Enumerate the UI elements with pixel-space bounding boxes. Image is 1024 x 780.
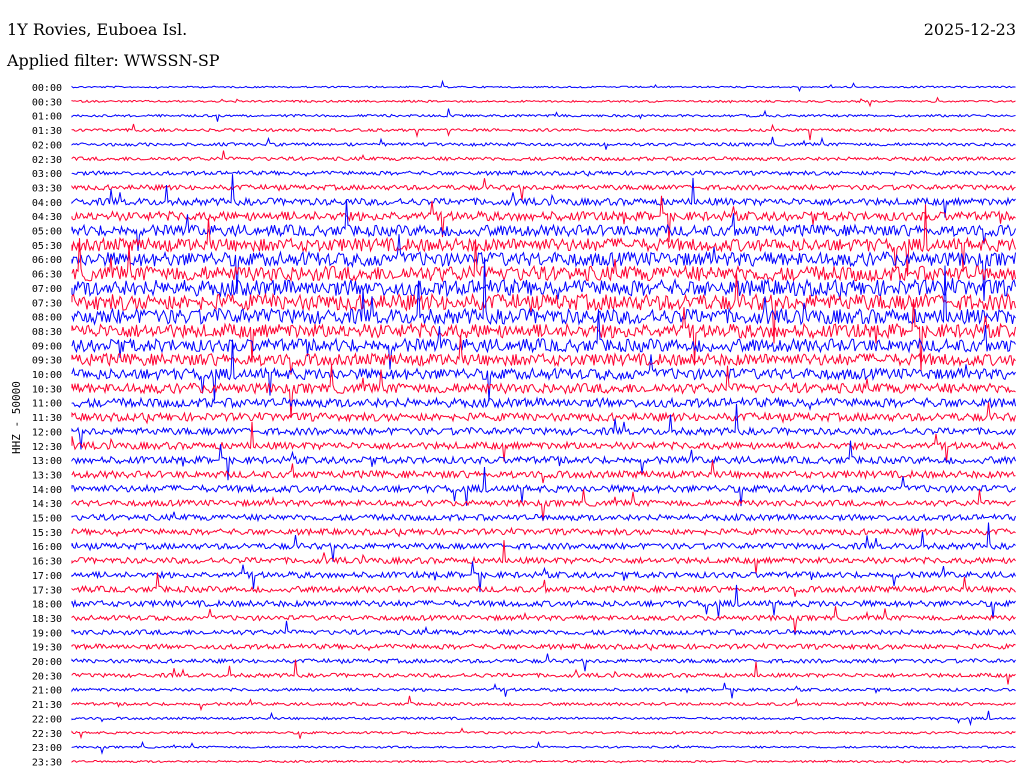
time-tick-label: 23:00 [32,743,62,754]
time-tick-label: 08:30 [32,327,62,338]
time-tick-label: 13:00 [32,456,62,467]
time-tick-label: 02:00 [32,140,62,151]
trace-line [71,740,1016,755]
trace-line [71,727,1016,740]
trace-line [71,466,1016,507]
time-tick-label: 04:30 [32,212,62,223]
trace-line [71,96,1016,108]
trace-line [71,123,1016,141]
seismic-traces [71,79,1016,764]
time-tick-label: 22:30 [32,729,62,740]
trace-line [71,659,1016,685]
time-tick-label: 14:30 [32,499,62,510]
time-tick-label: 23:30 [32,757,62,768]
time-tick-label: 16:00 [32,542,62,553]
trace-line [71,108,1016,122]
time-tick-label: 14:00 [32,485,62,496]
trace-line [71,606,1016,633]
trace-line [71,334,1016,375]
time-tick-label: 17:00 [32,571,62,582]
time-tick-label: 12:00 [32,427,62,438]
time-tick-label: 01:00 [32,112,62,123]
trace-line [71,421,1016,463]
time-tick-label: 03:30 [32,183,62,194]
time-tick-label: 05:30 [32,241,62,252]
time-tick-label: 06:30 [32,270,62,281]
time-tick-label: 07:30 [32,298,62,309]
trace-line [71,682,1016,699]
time-tick-label: 19:00 [32,628,62,639]
trace-line [71,653,1016,672]
time-tick-label: 21:00 [32,686,62,697]
time-tick-label: 12:30 [32,442,62,453]
trace-line [71,402,1016,425]
time-tick-label: 08:00 [32,313,62,324]
time-tick-label: 09:00 [32,341,62,352]
time-tick-label: 18:30 [32,614,62,625]
trace-line [71,522,1016,562]
time-tick-label: 04:00 [32,198,62,209]
time-tick-label: 05:00 [32,227,62,238]
trace-line [71,174,1016,218]
time-tick-label: 18:00 [32,600,62,611]
time-tick-label: 16:30 [32,557,62,568]
time-tick-label: 15:30 [32,528,62,539]
time-tick-label: 20:00 [32,657,62,668]
time-tick-label: 03:00 [32,169,62,180]
time-tick-label: 06:00 [32,255,62,266]
time-tick-label: 00:30 [32,97,62,108]
time-tick-label: 02:30 [32,155,62,166]
trace-line [71,150,1016,162]
trace-line [71,169,1016,177]
time-tick-label: 10:30 [32,384,62,395]
time-tick-labels: 00:00 00:30 01:00 01:30 02:00 02:30 03:00 03:30… [32,83,62,768]
trace-line [71,396,1016,412]
time-tick-label: 09:30 [32,356,62,367]
time-tick-label: 19:30 [32,643,62,654]
time-tick-label: 01:30 [32,126,62,137]
trace-line [71,136,1016,150]
time-tick-label: 00:00 [32,83,62,94]
time-tick-label: 20:30 [32,671,62,682]
time-tick-label: 11:00 [32,399,62,410]
time-tick-label: 10:00 [32,370,62,381]
trace-line [71,642,1016,652]
trace-line [71,561,1016,593]
trace-line [71,459,1016,484]
trace-line [71,79,1016,93]
time-tick-label: 07:00 [32,284,62,295]
time-tick-label: 13:30 [32,470,62,481]
trace-line [71,759,1016,764]
time-tick-label: 15:00 [32,514,62,525]
time-tick-label: 22:00 [32,714,62,725]
time-tick-label: 17:30 [32,585,62,596]
trace-line [71,572,1016,597]
trace-line [71,620,1016,637]
trace-line [71,710,1016,727]
trace-line [71,526,1016,538]
helicorder-plot: 00:00 00:30 01:00 01:30 02:00 02:30 03:00 03:30… [32,79,1016,768]
time-tick-label: 21:30 [32,700,62,711]
trace-line [71,178,1016,201]
time-tick-label: 11:30 [32,413,62,424]
trace-line [71,695,1016,712]
